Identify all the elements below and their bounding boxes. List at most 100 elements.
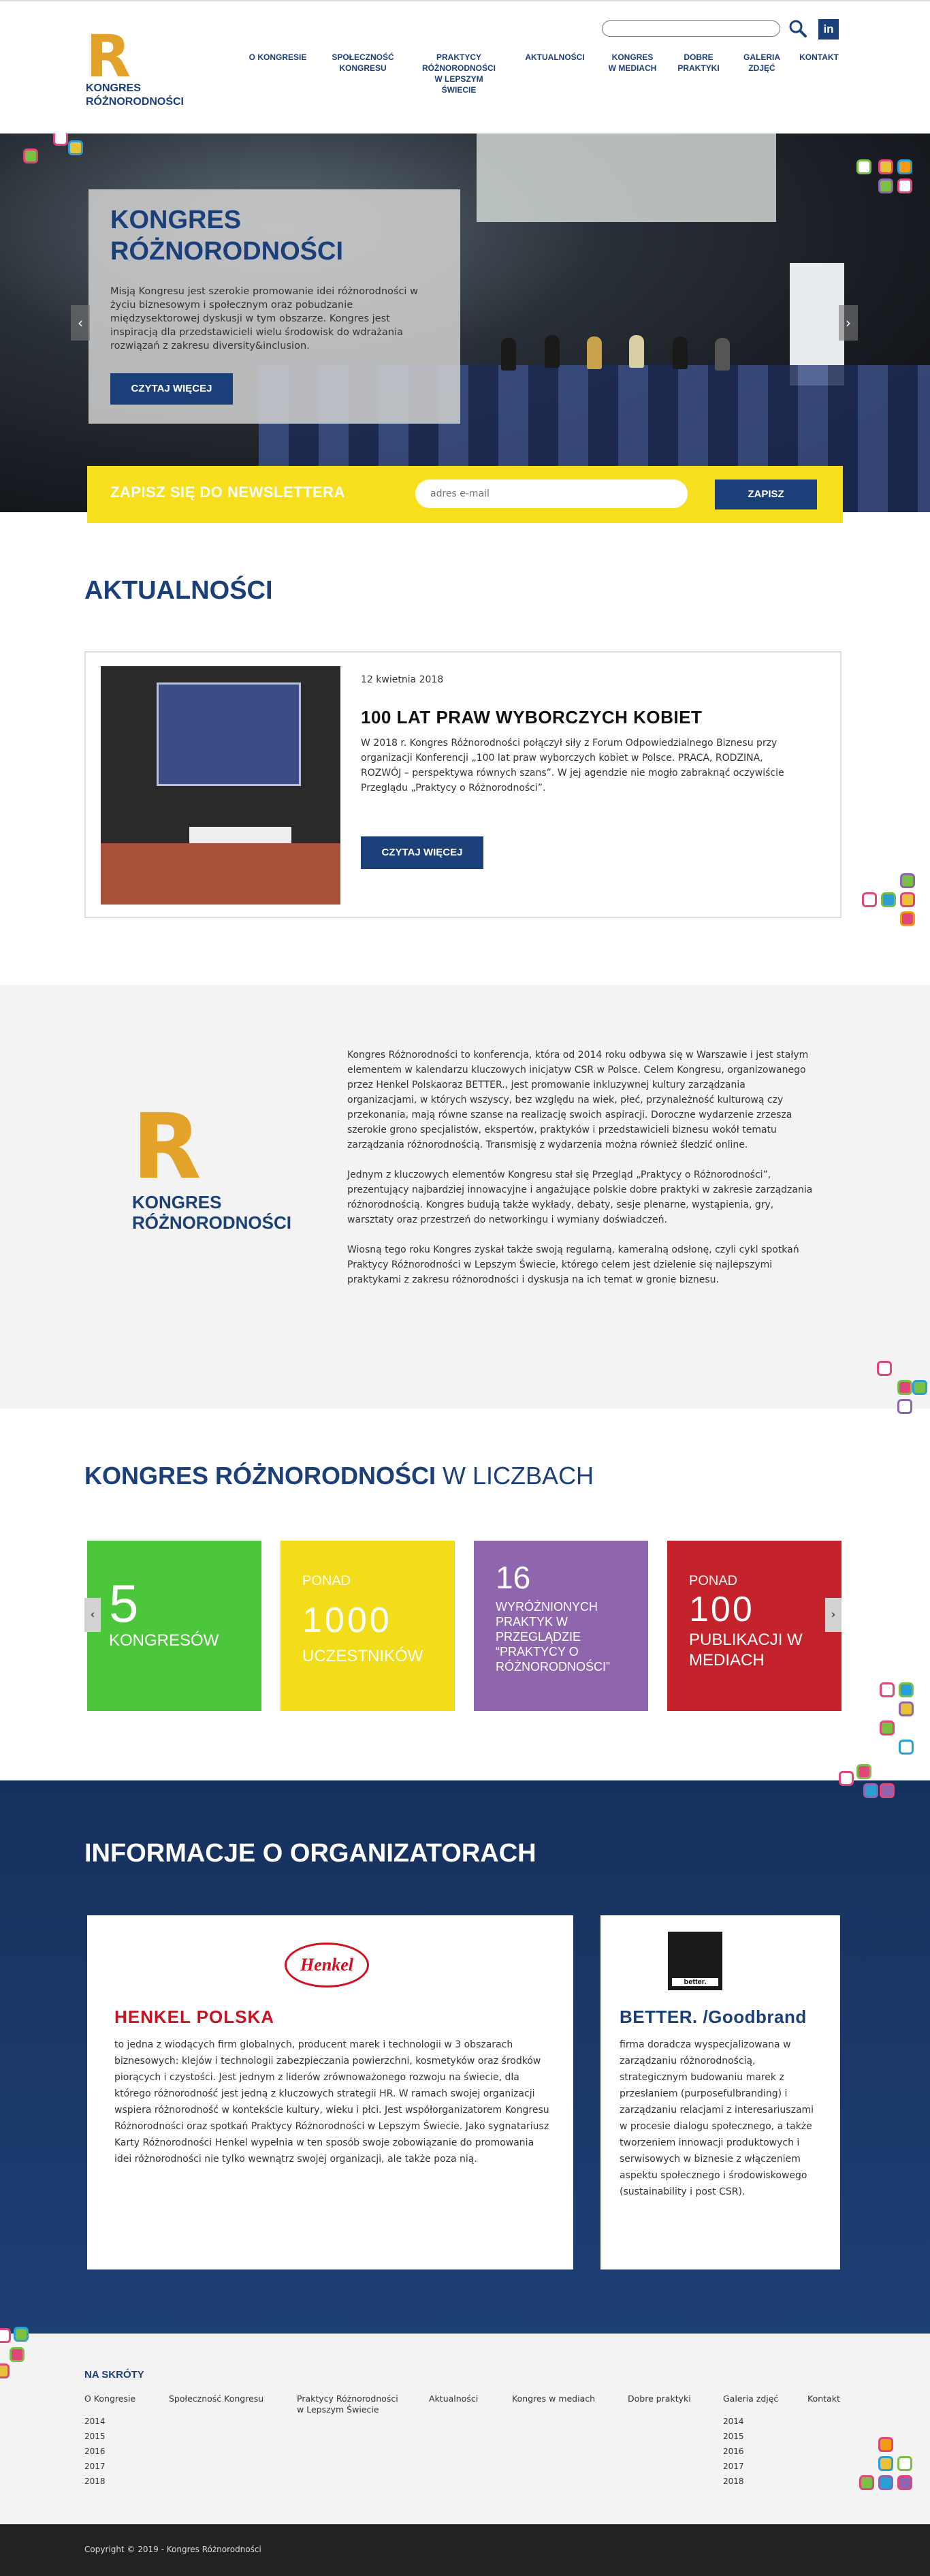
footer-gallery-year-link[interactable]: 2018 <box>723 2477 744 2486</box>
nav-praktycy-roznorodnosci[interactable]: PRAKTYCY RÓŻNORODNOŚCI W LEPSZYM ŚWIECIE <box>411 52 507 95</box>
footer-gallery-year-link[interactable]: 2015 <box>723 2432 744 2441</box>
footer-year-link[interactable]: 2014 <box>84 2417 106 2426</box>
footer-link-galeria[interactable]: Galeria zdjęć <box>723 2393 778 2404</box>
decor-dot <box>856 1764 871 1779</box>
news-image-stage <box>101 843 340 905</box>
numbers-heading-bold: KONGRES RÓŻNORODNOŚCI <box>84 1462 436 1490</box>
decor-dot <box>912 1380 927 1395</box>
decor-dot <box>881 892 896 907</box>
nav-kongres-w-mediach[interactable]: KONGRES W MEDIACH <box>602 52 663 74</box>
decor-dot <box>839 1771 854 1786</box>
about-text: Kongres Różnorodności to konferencja, kt… <box>347 1048 817 1302</box>
search-icon[interactable] <box>788 19 807 38</box>
decor-dot <box>900 892 915 907</box>
stat-label: UCZESTNIKÓW <box>302 1647 423 1665</box>
footer-year-link[interactable]: 2018 <box>84 2477 106 2486</box>
newsletter-bar: ZAPISZ SIĘ DO NEWSLETTERA ZAPISZ <box>87 466 843 523</box>
decor-dot <box>897 2475 912 2490</box>
main-nav: O KONGRESIE SPOŁECZNOŚĆ KONGRESU PRAKTYC… <box>245 52 844 113</box>
about-logo: R KONGRES RÓŻNORODNOŚCI <box>129 1102 306 1238</box>
footer-year-link[interactable]: 2017 <box>84 2462 106 2471</box>
henkel-logo[interactable]: Henkel <box>285 1943 369 1988</box>
logo-letter: R <box>86 22 131 91</box>
footer-link-o-kongresie[interactable]: O Kongresie <box>84 2393 135 2404</box>
hero-next-arrow-icon[interactable]: › <box>839 305 858 341</box>
news-title[interactable]: 100 LAT PRAW WYBORCZYCH KOBIET <box>361 707 702 728</box>
nav-dobre-praktyki[interactable]: DOBRE PRAKTYKI <box>671 52 726 74</box>
stat-prefix: PONAD <box>689 1573 738 1588</box>
logo-line-1: KONGRES <box>86 82 141 94</box>
organizers-heading: INFORMACJE O ORGANIZATORACH <box>84 1839 536 1868</box>
footer-gallery-year-link[interactable]: 2017 <box>723 2462 744 2471</box>
logo-line-2: RÓŻNORODNOŚCI <box>86 96 184 108</box>
decor-dot <box>897 159 912 174</box>
nav-galeria-zdjec[interactable]: GALERIA ZDJĘĆ <box>737 52 787 74</box>
logo-text: KONGRES RÓŻNORODNOŚCI <box>132 1192 291 1233</box>
nav-aktualnosci[interactable]: AKTUALNOŚCI <box>517 52 592 63</box>
stat-card-practices: 16 WYRÓŻNIONYCH PRAKTYK W PRZEGLĄDZIE “P… <box>474 1541 648 1711</box>
footer-link-kontakt[interactable]: Kontakt <box>807 2393 840 2404</box>
footer-link-aktualnosci[interactable]: Aktualności <box>429 2393 478 2404</box>
decor-dot <box>899 1740 914 1755</box>
better-logo[interactable]: better. <box>668 1932 722 1990</box>
site-header: R KONGRES RÓŻNORODNOŚCI in O KONGRESIE S… <box>0 0 930 133</box>
stat-card-participants: PONAD 1000 UCZESTNIKÓW <box>280 1541 455 1711</box>
footer-link-kongres-w-mediach[interactable]: Kongres w mediach <box>512 2393 595 2404</box>
about-paragraph: Wiosną tego roku Kongres zyskał także sw… <box>347 1244 799 1285</box>
decor-dot <box>897 1380 912 1395</box>
news-date: 12 kwietnia 2018 <box>361 674 444 685</box>
numbers-next-arrow-icon[interactable]: › <box>825 1598 841 1632</box>
decor-dot <box>878 178 893 193</box>
footer-link-dobre-praktyki[interactable]: Dobre praktyki <box>628 2393 691 2404</box>
decor-dot <box>878 2456 893 2471</box>
decor-dot <box>859 2475 874 2490</box>
stat-label: KONGRESÓW <box>109 1631 219 1650</box>
numbers-prev-arrow-icon[interactable]: ‹ <box>84 1598 101 1632</box>
stat-card-congresses: 5 KONGRESÓW <box>87 1541 261 1711</box>
logo-text: KONGRES RÓŻNORODNOŚCI <box>86 82 184 109</box>
logo-letter: R <box>132 1095 202 1199</box>
decor-dot <box>900 911 915 926</box>
decor-dot <box>68 140 83 155</box>
hero-photo-person <box>545 335 560 368</box>
stat-label: PUBLIKACJI W MEDIACH <box>689 1631 803 1669</box>
stat-value: 100 <box>689 1590 754 1629</box>
footer-link-spolecznosc[interactable]: Społeczność Kongresu <box>169 2393 263 2404</box>
organizer-description: to jedna z wiodących firm globalnych, pr… <box>114 2039 549 2165</box>
footer-gallery-year-link[interactable]: 2016 <box>723 2447 744 2456</box>
footer-link-praktycy[interactable]: Praktycy Różnorodności w Lepszym Świecie <box>297 2393 398 2415</box>
nav-o-kongresie[interactable]: O KONGRESIE <box>245 52 310 63</box>
linkedin-icon[interactable]: in <box>818 19 839 40</box>
hero-title: KONGRES RÓŻNORODNOŚCI <box>110 206 343 266</box>
nav-kontakt[interactable]: KONTAKT <box>794 52 844 63</box>
hero-photo-person <box>629 335 644 368</box>
stat-prefix: PONAD <box>302 1573 351 1588</box>
search-input[interactable] <box>602 20 780 37</box>
logo-line-2: RÓŻNORODNOŚCI <box>132 1212 291 1233</box>
decor-dot <box>23 148 38 163</box>
hero-prev-arrow-icon[interactable]: ‹ <box>71 305 90 341</box>
news-read-more-button[interactable]: CZYTAJ WIĘCEJ <box>361 836 483 869</box>
decor-dot <box>856 159 871 174</box>
decor-dot <box>899 1682 914 1697</box>
nav-spolecznosc-kongresu[interactable]: SPOŁECZNOŚĆ KONGRESU <box>325 52 400 74</box>
hero-read-more-button[interactable]: CZYTAJ WIĘCEJ <box>110 373 233 405</box>
newsletter-submit-button[interactable]: ZAPISZ <box>715 480 817 509</box>
copyright-text: Copyright © 2019 - Kongres Różnorodności <box>84 2545 261 2554</box>
hero-photo-person <box>587 336 602 369</box>
footer-year-link[interactable]: 2015 <box>84 2432 106 2441</box>
hero-photo-person <box>715 338 730 371</box>
footer-year-link[interactable]: 2016 <box>84 2447 106 2456</box>
newsletter-email-input[interactable] <box>415 480 688 508</box>
site-logo[interactable]: R KONGRES RÓŻNORODNOŚCI <box>84 27 193 116</box>
footer-gallery-year-link[interactable]: 2014 <box>723 2417 744 2426</box>
decor-dot <box>880 1783 895 1798</box>
news-excerpt: W 2018 r. Kongres Różnorodności połączył… <box>361 738 784 794</box>
decor-dot <box>877 1361 892 1376</box>
decor-dot <box>900 873 915 888</box>
newsletter-title: ZAPISZ SIĘ DO NEWSLETTERA <box>110 484 345 501</box>
decor-dot <box>880 1682 895 1697</box>
news-heading: AKTUALNOŚCI <box>84 576 273 605</box>
organizer-name: BETTER. /Goodbrand <box>620 2007 807 2027</box>
news-image[interactable] <box>101 666 340 905</box>
